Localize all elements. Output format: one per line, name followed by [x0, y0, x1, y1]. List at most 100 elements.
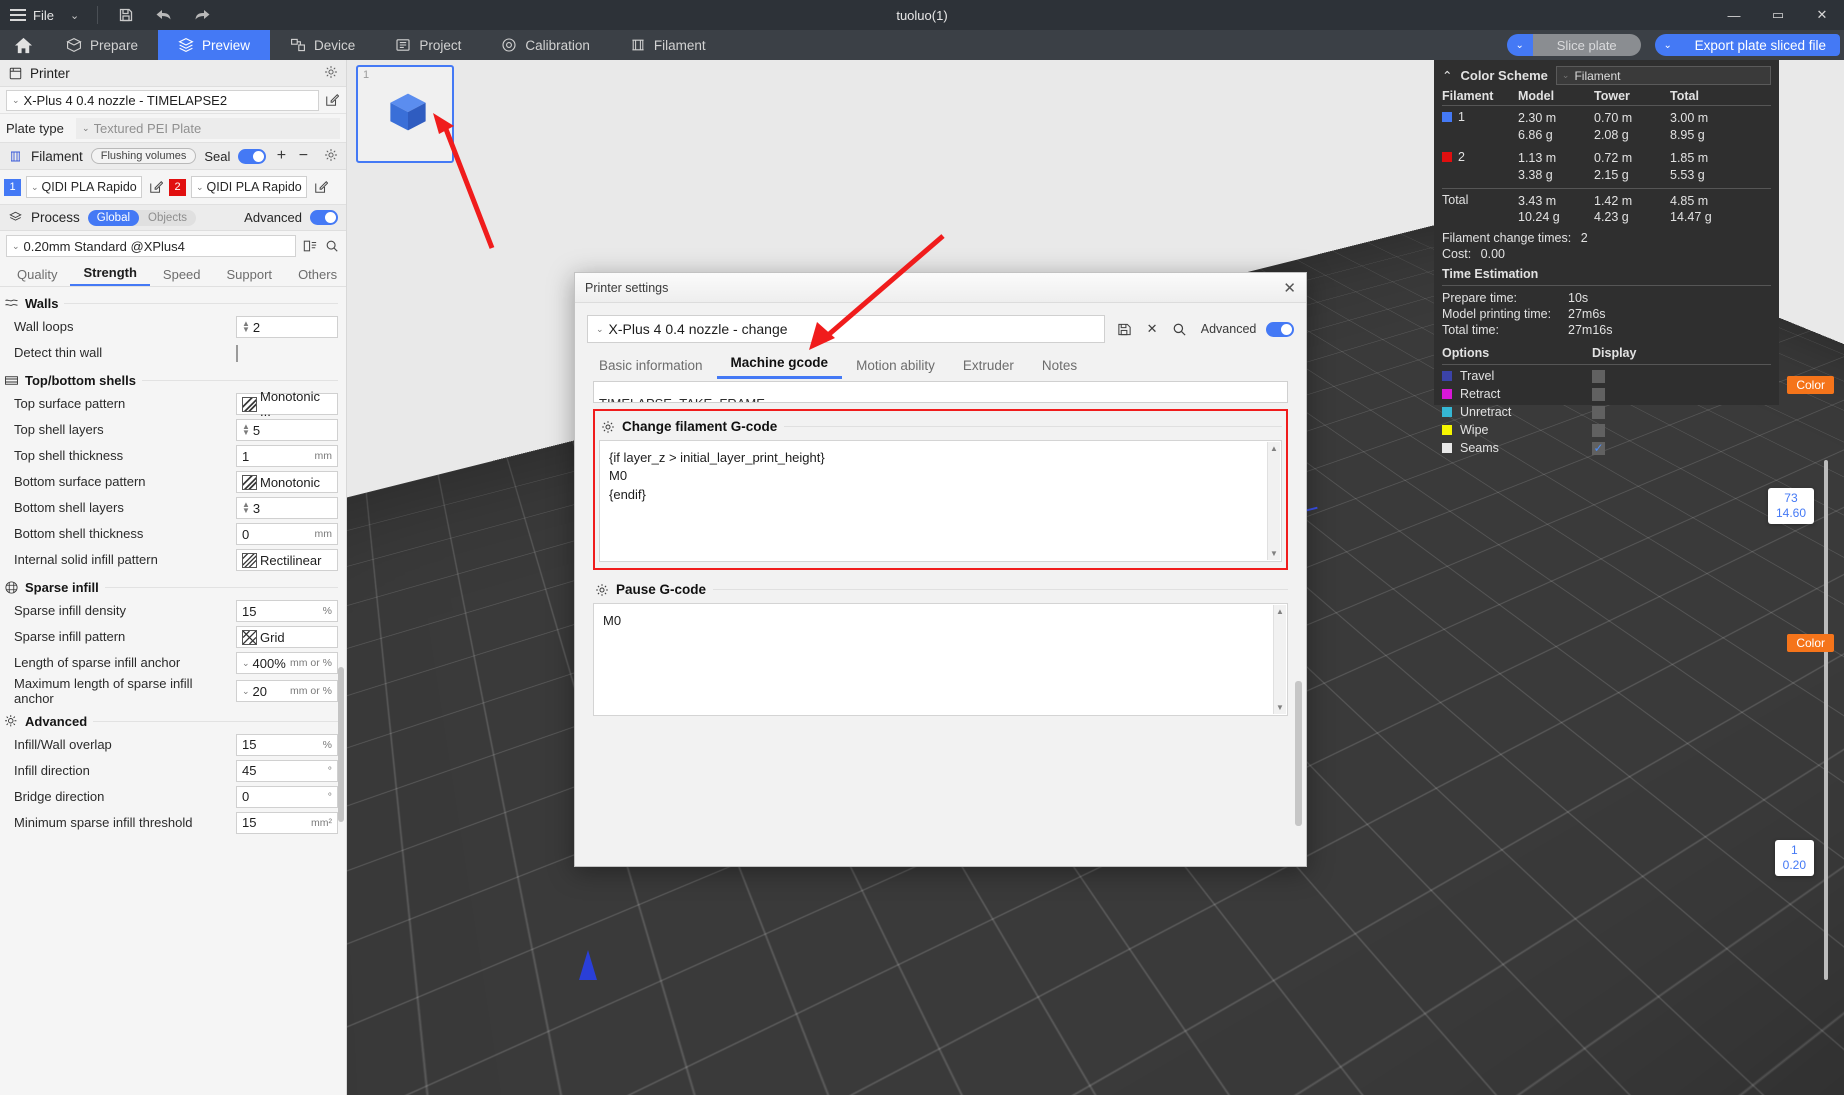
seams-display-checkbox[interactable]: ✓ — [1592, 442, 1605, 455]
spinner-icon[interactable]: ▲▼ — [242, 502, 250, 514]
tab-others[interactable]: Others — [285, 267, 347, 286]
filament-slot-2-select[interactable]: ⌄ QIDI PLA Rapido — [191, 176, 307, 198]
filament-slot-1-select[interactable]: ⌄ QIDI PLA Rapido — [26, 176, 142, 198]
advanced-toggle[interactable] — [310, 210, 338, 225]
remove-filament-button[interactable]: − — [296, 147, 310, 165]
bottom-shell-thickness-input[interactable]: 0 mm — [236, 523, 338, 545]
dialog-tab-basic-information[interactable]: Basic information — [585, 358, 717, 379]
export-plate-sliced-file-button[interactable]: Export plate sliced file — [1681, 34, 1840, 56]
spinner-icon[interactable]: ▲▼ — [242, 321, 250, 333]
printer-settings-gear-icon[interactable] — [324, 65, 338, 82]
color-scheme-select[interactable]: ⌄ Filament — [1556, 66, 1771, 85]
dialog-close-icon[interactable]: ✕ — [1283, 279, 1296, 297]
seal-toggle[interactable] — [238, 149, 266, 164]
process-scope-toggle[interactable]: Global Objects — [88, 210, 196, 226]
edit-filament-2-icon[interactable] — [312, 179, 329, 196]
printer-settings-dialog[interactable]: Printer settings ✕ ⌄ X-Plus 4 0.4 nozzle… — [574, 272, 1307, 867]
edit-printer-icon[interactable] — [323, 92, 340, 109]
slice-plate-button[interactable]: Slice plate — [1533, 34, 1641, 56]
printer-preset-select[interactable]: ⌄ X-Plus 4 0.4 nozzle - TIMELAPSE2 — [6, 90, 319, 111]
tab-prepare[interactable]: Prepare — [46, 30, 158, 60]
tab-preview[interactable]: Preview — [158, 30, 270, 60]
dialog-preset-select[interactable]: ⌄ X-Plus 4 0.4 nozzle - change — [587, 315, 1105, 343]
color-tag-upper[interactable]: Color — [1787, 376, 1834, 394]
plate-thumbnail[interactable]: 1 — [356, 65, 454, 163]
scope-objects[interactable]: Objects — [139, 210, 196, 226]
bridge-direction-input[interactable]: 0 ° — [236, 786, 338, 808]
retract-display-checkbox[interactable] — [1592, 388, 1605, 401]
wipe-display-checkbox[interactable] — [1592, 424, 1605, 437]
dialog-scrollbar[interactable] — [1295, 681, 1302, 826]
gcode-scrollbar[interactable]: ▲▼ — [1267, 442, 1280, 560]
close-button[interactable]: ✕ — [1800, 0, 1844, 30]
scope-global[interactable]: Global — [88, 210, 139, 226]
top-shell-thickness-input[interactable]: 1 mm — [236, 445, 338, 467]
infill-direction-input[interactable]: 45 ° — [236, 760, 338, 782]
layer-slider-bottom-handle[interactable]: 1 0.20 — [1775, 840, 1814, 876]
chevron-up-icon[interactable]: ⌃ — [1442, 68, 1452, 83]
dialog-delete-preset-icon[interactable]: ✕ — [1143, 321, 1161, 337]
filament-settings-gear-icon[interactable] — [324, 148, 338, 165]
tab-speed[interactable]: Speed — [150, 267, 214, 286]
chevron-down-icon[interactable]: ▼ — [1276, 702, 1284, 713]
hamburger-menu-icon[interactable] — [10, 9, 26, 21]
tab-project[interactable]: Project — [375, 30, 481, 60]
internal-solid-infill-pattern-select[interactable]: Rectilinear — [236, 549, 338, 571]
export-dropdown-caret[interactable]: ⌄ — [1655, 34, 1681, 56]
sidebar-scrollbar[interactable] — [338, 667, 344, 822]
sparse-infill-density-input[interactable]: 15 % — [236, 600, 338, 622]
clipped-gcode-field[interactable]: TIMELAPSE_TAKE_FRAME — [593, 381, 1288, 403]
sparse-infill-pattern-select[interactable]: Grid — [236, 626, 338, 648]
max-length-sparse-infill-anchor-combo[interactable]: ⌄ 20 mm or % — [236, 680, 338, 702]
bottom-shell-layers-input[interactable]: ▲▼ 3 — [236, 497, 338, 519]
plate-type-select[interactable]: ⌄ Textured PEI Plate — [76, 118, 340, 139]
tab-support[interactable]: Support — [214, 267, 286, 286]
dialog-tab-motion-ability[interactable]: Motion ability — [842, 358, 949, 379]
home-icon[interactable] — [0, 30, 46, 60]
min-sparse-infill-threshold-input[interactable]: 15 mm² — [236, 812, 338, 834]
gcode-scrollbar[interactable]: ▲▼ — [1273, 605, 1286, 714]
top-shell-layers-input[interactable]: ▲▼ 5 — [236, 419, 338, 441]
filament-slot-1-index[interactable]: 1 — [4, 179, 21, 196]
add-filament-button[interactable]: + — [274, 147, 288, 165]
tab-strength[interactable]: Strength — [70, 265, 149, 286]
redo-arrow-icon[interactable] — [192, 5, 212, 25]
slice-plate-dropdown-caret[interactable]: ⌄ — [1507, 34, 1533, 56]
top-surface-pattern-select[interactable]: Monotonic ... — [236, 393, 338, 415]
pause-gcode-textarea[interactable]: M0 ▲▼ — [593, 603, 1288, 716]
chevron-down-icon[interactable]: ▼ — [1270, 548, 1278, 559]
process-preset-select[interactable]: ⌄ 0.20mm Standard @XPlus4 — [6, 235, 296, 257]
dialog-tab-extruder[interactable]: Extruder — [949, 358, 1028, 379]
color-tag-lower[interactable]: Color — [1787, 634, 1834, 652]
tab-device[interactable]: Device — [270, 30, 375, 60]
compare-presets-icon[interactable] — [301, 238, 318, 255]
change-filament-gcode-textarea[interactable]: {if layer_z > initial_layer_print_height… — [599, 440, 1282, 562]
tab-filament[interactable]: Filament — [610, 30, 726, 60]
layer-slider-track[interactable] — [1824, 460, 1828, 980]
dialog-save-icon[interactable] — [1115, 322, 1133, 337]
save-icon[interactable] — [116, 5, 136, 25]
flushing-volumes-button[interactable]: Flushing volumes — [91, 148, 197, 164]
file-menu-button[interactable]: File — [33, 8, 54, 23]
unretract-display-checkbox[interactable] — [1592, 406, 1605, 419]
dialog-tab-machine-gcode[interactable]: Machine gcode — [717, 355, 843, 379]
tab-calibration[interactable]: Calibration — [481, 30, 610, 60]
infill-wall-overlap-input[interactable]: 15 % — [236, 734, 338, 756]
layer-slider-top-handle[interactable]: 73 14.60 — [1768, 488, 1814, 524]
dialog-tab-notes[interactable]: Notes — [1028, 358, 1091, 379]
travel-display-checkbox[interactable] — [1592, 370, 1605, 383]
detect-thin-wall-checkbox[interactable] — [236, 345, 238, 362]
length-sparse-infill-anchor-combo[interactable]: ⌄ 400% mm or % — [236, 652, 338, 674]
tab-quality[interactable]: Quality — [4, 267, 70, 286]
chevron-up-icon[interactable]: ▲ — [1270, 443, 1278, 454]
undo-arrow-icon[interactable] — [154, 5, 174, 25]
maximize-button[interactable]: ▭ — [1756, 0, 1800, 30]
dialog-search-icon[interactable] — [1171, 322, 1189, 337]
minimize-button[interactable]: — — [1712, 0, 1756, 30]
chevron-down-icon[interactable]: ⌄ — [70, 9, 79, 22]
wall-loops-input[interactable]: ▲▼ 2 — [236, 316, 338, 338]
dialog-advanced-toggle[interactable] — [1266, 322, 1294, 337]
chevron-up-icon[interactable]: ▲ — [1276, 606, 1284, 617]
edit-filament-1-icon[interactable] — [147, 179, 164, 196]
filament-slot-2-index[interactable]: 2 — [169, 179, 186, 196]
